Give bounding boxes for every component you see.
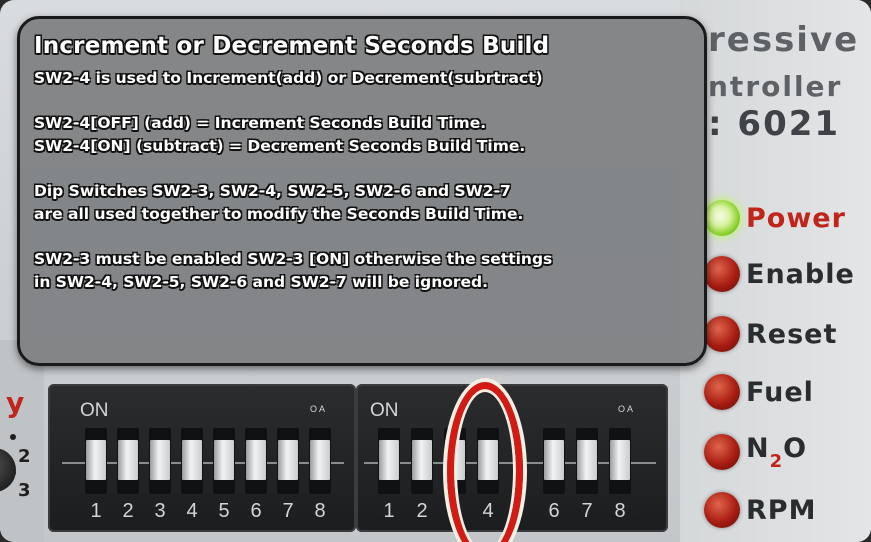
dip-on-label: ON	[80, 400, 109, 421]
left-panel-strip	[0, 340, 44, 542]
dip-number: 6	[250, 500, 262, 522]
led-power-row: Power	[704, 194, 846, 242]
brand-text-line1: ressive	[708, 20, 860, 60]
dip-switch-7[interactable]	[277, 428, 299, 494]
side-number-3: 3	[18, 480, 31, 501]
dip-switch-knob[interactable]	[86, 440, 106, 480]
dip-number: 6	[548, 500, 560, 522]
led-label-reset: Reset	[746, 318, 838, 350]
dip-number: 2	[122, 500, 134, 522]
dip-switch-8[interactable]	[609, 428, 631, 494]
dip-number: 7	[581, 500, 593, 522]
led-fuel-row: Fuel	[704, 368, 814, 416]
dip-switch-knob[interactable]	[544, 440, 564, 480]
dip-switch-3[interactable]	[149, 428, 171, 494]
callout-text-line: SW2-3 must be enabled SW2-3 [ON] otherwi…	[34, 250, 553, 268]
n2o-sub: 2	[769, 450, 784, 472]
callout-gap	[34, 226, 686, 248]
led-rpm-row: RPM	[704, 486, 816, 534]
dip-switch-4[interactable]	[181, 428, 203, 494]
rpm-led-icon	[704, 492, 740, 528]
dip-oa-label: OA	[618, 404, 636, 414]
info-callout: Increment or Decrement Seconds Build SW2…	[17, 16, 707, 366]
led-label-power: Power	[746, 202, 846, 234]
side-letter: y	[6, 386, 25, 419]
dip-switch-knob[interactable]	[214, 440, 234, 480]
callout-text-line: Dip Switches SW2-3, SW2-4, SW2-5, SW2-6 …	[34, 182, 511, 200]
dip-number: 5	[218, 500, 230, 522]
dip-switch-knob[interactable]	[182, 440, 202, 480]
side-number-2: 2	[18, 446, 31, 467]
dip-switch-2[interactable]	[117, 428, 139, 494]
enable-led-icon	[704, 256, 740, 292]
dip-switch-6[interactable]	[245, 428, 267, 494]
n2o-main: N	[746, 432, 770, 464]
dip-switch-knob[interactable]	[278, 440, 298, 480]
led-reset-row: Reset	[704, 310, 837, 358]
callout-text-line: SW2-4[ON] (subtract) = Decrement Seconds…	[34, 137, 526, 155]
brand-text-line2: ntroller	[708, 70, 843, 103]
dip-switch-2[interactable]	[411, 428, 433, 494]
callout-text-line: are all used together to modify the Seco…	[34, 205, 524, 223]
dip-number: 8	[614, 500, 626, 522]
callout-text-line: SW2-4 is used to Increment(add) or Decre…	[34, 69, 543, 87]
model-number-text: : 6021	[708, 104, 841, 144]
dip-switch-knob[interactable]	[118, 440, 138, 480]
dip-switch-knob[interactable]	[412, 440, 432, 480]
dip-on-label: ON	[370, 400, 399, 421]
callout-gap	[34, 90, 686, 112]
dip-switch-knob[interactable]	[379, 440, 399, 480]
dip-switch-knob[interactable]	[577, 440, 597, 480]
led-label-fuel: Fuel	[746, 376, 814, 408]
dip-switch-5[interactable]	[213, 428, 235, 494]
dip-switch-knob[interactable]	[610, 440, 630, 480]
dip-switch-knob[interactable]	[310, 440, 330, 480]
fuel-led-icon	[704, 374, 740, 410]
dip-number: 8	[314, 500, 326, 522]
dip-switch-8[interactable]	[309, 428, 331, 494]
callout-title: Increment or Decrement Seconds Build	[34, 33, 550, 59]
dip-oa-label: OA	[310, 404, 328, 414]
dip-number: 4	[186, 500, 198, 522]
dip-switch-6[interactable]	[543, 428, 565, 494]
callout-text-line: SW2-4[OFF] (add) = Increment Seconds Bui…	[34, 114, 487, 132]
led-label-n2o: N2O	[746, 433, 807, 472]
dip-switch-bank-1: ON OA 1 2 3 4 5 6 7 8	[48, 384, 356, 532]
led-enable-row: Enable	[704, 250, 855, 298]
callout-text-line: in SW2-4, SW2-5, SW2-6 and SW2-7 will be…	[34, 273, 489, 291]
dip-number: 7	[282, 500, 294, 522]
dip-switch-knob[interactable]	[150, 440, 170, 480]
callout-gap	[34, 158, 686, 180]
dip-number: 1	[383, 500, 395, 522]
n2o-led-icon	[704, 434, 740, 470]
dip-number: 2	[416, 500, 428, 522]
side-dot	[10, 434, 16, 440]
dip-number: 3	[154, 500, 166, 522]
led-n2o-row: N2O	[704, 428, 807, 476]
dip-switch-1[interactable]	[378, 428, 400, 494]
controller-photo: ressive ntroller : 6021 Power Enable Res…	[0, 0, 871, 542]
power-led-icon	[704, 200, 740, 236]
dip-switch-knob[interactable]	[246, 440, 266, 480]
n2o-end: O	[783, 432, 808, 464]
led-label-enable: Enable	[746, 258, 855, 290]
dip-switch-1[interactable]	[85, 428, 107, 494]
reset-led-icon	[704, 316, 740, 352]
led-label-rpm: RPM	[746, 494, 817, 526]
dip-number: 1	[90, 500, 102, 522]
dip-switch-7[interactable]	[576, 428, 598, 494]
